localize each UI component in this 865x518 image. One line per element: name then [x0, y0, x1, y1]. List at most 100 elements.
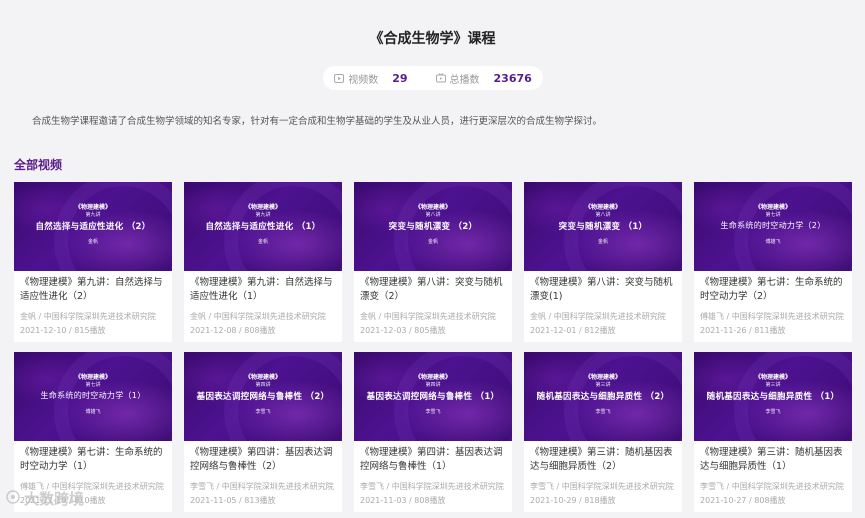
video-title[interactable]: 《物理建模》第九讲：自然选择与适应性进化（1）: [190, 276, 336, 304]
thumb-speaker: 李雪飞: [595, 409, 611, 415]
video-author: 李雪飞 / 中国科学院深圳先进技术研究院: [190, 482, 334, 491]
video-title[interactable]: 《物理建模》第七讲：生命系统的时空动力学（2）: [700, 276, 846, 304]
thumb-title: 突变与随机漂变 （2）: [388, 222, 478, 232]
video-author: 傅雄飞 / 中国科学院深圳先进技术研究院: [700, 312, 844, 321]
thumb-series: 《物理建模》: [754, 374, 791, 381]
video-card[interactable]: 《物理建模》 第三讲 随机基因表达与细胞异质性 （2） 李雪飞 《物理建模》第三…: [524, 352, 682, 512]
video-title[interactable]: 《物理建模》第三讲：随机基因表达与细胞异质性（2）: [530, 446, 676, 474]
watermark-logo-icon: [6, 489, 20, 508]
thumb-lecture: 第九讲: [85, 212, 101, 218]
thumb-speaker: 傅雄飞: [85, 409, 101, 415]
video-thumbnail[interactable]: 《物理建模》 第四讲 基因表达调控网络与鲁棒性 （2） 李雪飞: [184, 352, 342, 441]
video-author: 李雪飞 / 中国科学院深圳先进技术研究院: [530, 482, 674, 491]
video-thumbnail[interactable]: 《物理建模》 第三讲 随机基因表达与细胞异质性 （2） 李雪飞: [524, 352, 682, 441]
video-title[interactable]: 《物理建模》第八讲：突变与随机漂变（2）: [360, 276, 506, 304]
thumb-title: 随机基因表达与细胞异质性 （1）: [706, 392, 840, 402]
thumb-title: 突变与随机漂变 （1）: [558, 222, 648, 232]
thumb-lecture: 第三讲: [595, 382, 611, 388]
video-card[interactable]: 《物理建模》 第八讲 突变与随机漂变 （2） 金帆 《物理建模》第八讲：突变与随…: [354, 182, 512, 342]
tv-icon: [435, 73, 446, 83]
thumb-title: 生命系统的时空动力学（1）: [40, 391, 146, 400]
video-author: 金帆 / 中国科学院深圳先进技术研究院: [530, 312, 666, 321]
thumb-lecture: 第九讲: [255, 212, 271, 218]
video-thumbnail[interactable]: 《物理建模》 第七讲 生命系统的时空动力学（2） 傅雄飞: [694, 182, 852, 271]
thumb-lecture: 第七讲: [85, 382, 101, 388]
video-author: 金帆 / 中国科学院深圳先进技术研究院: [20, 312, 156, 321]
thumb-lecture: 第八讲: [425, 212, 441, 218]
video-title[interactable]: 《物理建模》第三讲：随机基因表达与细胞异质性（1）: [700, 446, 846, 474]
video-date-plays: 2021-10-27 / 808播放: [700, 496, 786, 505]
video-author: 金帆 / 中国科学院深圳先进技术研究院: [190, 312, 326, 321]
page-title: 《合成生物学》课程: [369, 31, 496, 47]
thumb-title: 自然选择与适应性进化 （2）: [35, 222, 151, 232]
thumb-lecture: 第八讲: [595, 212, 611, 218]
video-title[interactable]: 《物理建模》第四讲：基因表达调控网络与鲁棒性（2）: [190, 446, 336, 474]
thumb-speaker: 李雪飞: [765, 409, 781, 415]
video-date-plays: 2021-12-08 / 808播放: [190, 326, 276, 335]
thumb-title: 基因表达调控网络与鲁棒性 （2）: [196, 392, 330, 402]
thumb-speaker: 李雪飞: [255, 409, 271, 415]
video-date-plays: 2021-10-29 / 818播放: [530, 496, 616, 505]
video-thumbnail[interactable]: 《物理建模》 第四讲 基因表达调控网络与鲁棒性 （1） 李雪飞: [354, 352, 512, 441]
thumb-title: 自然选择与适应性进化 （1）: [205, 222, 321, 232]
video-thumbnail[interactable]: 《物理建模》 第七讲 生命系统的时空动力学（1） 傅雄飞: [14, 352, 172, 441]
thumb-speaker: 金帆: [427, 239, 438, 245]
thumb-series: 《物理建模》: [754, 204, 791, 211]
play-count-value: 23676: [493, 71, 532, 85]
thumb-title: 随机基因表达与细胞异质性 （2）: [536, 392, 670, 402]
thumb-speaker: 金帆: [597, 239, 608, 245]
video-title[interactable]: 《物理建模》第九讲：自然选择与适应性进化（2）: [20, 276, 166, 304]
video-title[interactable]: 《物理建模》第七讲：生命系统的时空动力学（1）: [20, 446, 166, 474]
video-thumbnail[interactable]: 《物理建模》 第八讲 突变与随机漂变 （2） 金帆: [354, 182, 512, 271]
video-author: 金帆 / 中国科学院深圳先进技术研究院: [360, 312, 496, 321]
video-card[interactable]: 《物理建模》 第九讲 自然选择与适应性进化 （1） 金帆 《物理建模》第九讲：自…: [184, 182, 342, 342]
thumb-series: 《物理建模》: [74, 204, 111, 211]
video-author: 李雪飞 / 中国科学院深圳先进技术研究院: [700, 482, 844, 491]
section-title: 全部视频: [14, 158, 63, 172]
video-thumbnail[interactable]: 《物理建模》 第三讲 随机基因表达与细胞异质性 （1） 李雪飞: [694, 352, 852, 441]
video-card[interactable]: 《物理建模》 第九讲 自然选择与适应性进化 （2） 金帆 《物理建模》第九讲：自…: [14, 182, 172, 342]
play-count-stat: 总播数 23676: [435, 71, 532, 86]
video-count-value: 29: [392, 71, 408, 85]
video-card[interactable]: 《物理建模》 第八讲 突变与随机漂变 （1） 金帆 《物理建模》第八讲：突变与随…: [524, 182, 682, 342]
thumb-speaker: 金帆: [257, 239, 268, 245]
video-thumbnail[interactable]: 《物理建模》 第九讲 自然选择与适应性进化 （2） 金帆: [14, 182, 172, 271]
thumb-series: 《物理建模》: [584, 204, 621, 211]
video-date-plays: 2021-11-03 / 808播放: [360, 496, 446, 505]
thumb-title: 基因表达调控网络与鲁棒性 （1）: [366, 392, 500, 402]
thumb-lecture: 第四讲: [255, 382, 271, 388]
play-count-label: 总播数: [449, 74, 480, 86]
video-thumbnail[interactable]: 《物理建模》 第九讲 自然选择与适应性进化 （1） 金帆: [184, 182, 342, 271]
thumb-speaker: 傅雄飞: [765, 239, 781, 245]
video-title[interactable]: 《物理建模》第四讲：基因表达调控网络与鲁棒性（1）: [360, 446, 506, 474]
thumb-lecture: 第四讲: [425, 382, 441, 388]
video-title[interactable]: 《物理建模》第八讲：突变与随机漂变(1): [530, 276, 676, 304]
video-card[interactable]: 《物理建模》 第四讲 基因表达调控网络与鲁棒性 （1） 李雪飞 《物理建模》第四…: [354, 352, 512, 512]
video-count-label: 视频数: [348, 74, 379, 86]
video-date-plays: 2021-12-03 / 805播放: [360, 326, 446, 335]
thumb-series: 《物理建模》: [414, 204, 451, 211]
thumb-series: 《物理建模》: [584, 374, 621, 381]
watermark: 大数跨境: [6, 488, 84, 509]
thumb-speaker: 李雪飞: [425, 409, 441, 415]
video-date-plays: 2021-11-05 / 813播放: [190, 496, 276, 505]
stats-bar: 视频数 29 总播数 23676: [323, 66, 543, 90]
thumb-lecture: 第三讲: [765, 382, 781, 388]
thumb-lecture: 第七讲: [765, 212, 781, 218]
video-author: 李雪飞 / 中国科学院深圳先进技术研究院: [360, 482, 504, 491]
video-card[interactable]: 《物理建模》 第四讲 基因表达调控网络与鲁棒性 （2） 李雪飞 《物理建模》第四…: [184, 352, 342, 512]
video-card[interactable]: 《物理建模》 第三讲 随机基因表达与细胞异质性 （1） 李雪飞 《物理建模》第三…: [694, 352, 852, 512]
thumb-speaker: 金帆: [87, 239, 98, 245]
thumb-series: 《物理建模》: [244, 204, 281, 211]
thumb-series: 《物理建模》: [414, 374, 451, 381]
watermark-text: 大数跨境: [24, 490, 85, 508]
thumb-title: 生命系统的时空动力学（2）: [720, 221, 826, 230]
video-thumbnail[interactable]: 《物理建模》 第八讲 突变与随机漂变 （1） 金帆: [524, 182, 682, 271]
thumb-series: 《物理建模》: [74, 374, 111, 381]
play-icon: [334, 73, 345, 83]
video-grid: 《物理建模》 第九讲 自然选择与适应性进化 （2） 金帆 《物理建模》第九讲：自…: [14, 182, 854, 512]
video-date-plays: 2021-11-26 / 811播放: [700, 326, 786, 335]
video-card[interactable]: 《物理建模》 第七讲 生命系统的时空动力学（2） 傅雄飞 《物理建模》第七讲：生…: [694, 182, 852, 342]
video-date-plays: 2021-12-01 / 812播放: [530, 326, 616, 335]
thumb-series: 《物理建模》: [244, 374, 281, 381]
